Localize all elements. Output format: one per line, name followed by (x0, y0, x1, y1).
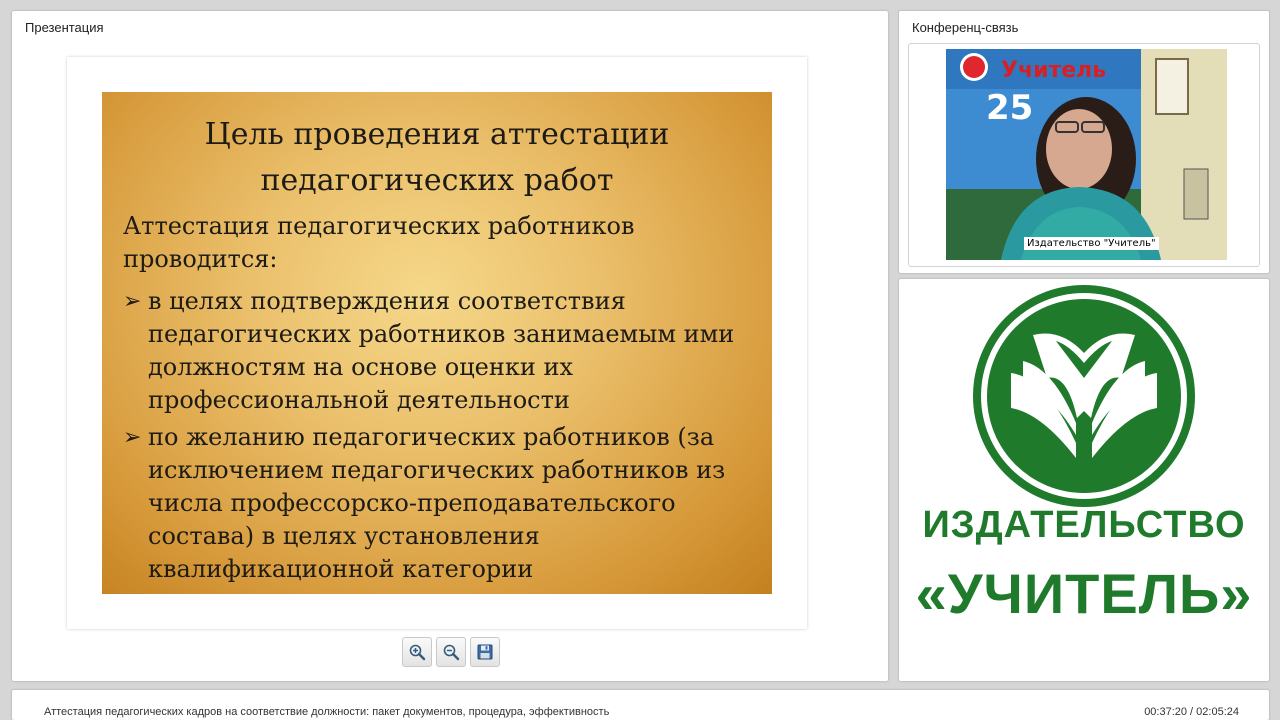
publisher-logo-panel: ИЗДАТЕЛЬСТВО «УЧИТЕЛЬ» (899, 279, 1269, 681)
presentation-panel-title: Презентация (25, 20, 104, 35)
zoom-out-icon (443, 644, 460, 661)
footer-bar: Аттестация педагогических кадров на соот… (12, 690, 1269, 720)
publisher-name-line-1: ИЗДАТЕЛЬСТВО (922, 504, 1246, 546)
slide-bullet: ➢ по желанию педагогических работников (… (123, 421, 748, 586)
zoom-in-button[interactable] (402, 637, 432, 667)
conference-panel: Конференц-связь Учитель 25 Издательство … (899, 11, 1269, 273)
conference-panel-title: Конференц-связь (912, 20, 1019, 35)
slide: Цель проведения аттестации педагогически… (102, 92, 772, 594)
save-button[interactable] (470, 637, 500, 667)
webcam-video[interactable]: Учитель 25 Издательство "Учитель" (946, 49, 1227, 260)
speaker-video-image: Учитель 25 (946, 49, 1227, 260)
video-caption: Издательство "Учитель" (1024, 237, 1159, 250)
arrow-bullet-icon: ➢ (123, 289, 142, 314)
banner-text: Учитель (1001, 58, 1106, 83)
save-icon (477, 644, 493, 660)
presentation-panel: Презентация Цель проведения аттестации п… (12, 11, 888, 681)
slide-intro: Аттестация педагогических работников про… (123, 212, 635, 273)
slide-title-line-2: педагогических работ (260, 163, 614, 198)
slide-bullet: ➢ в целях подтверждения соответствия пед… (123, 285, 748, 417)
publisher-name-line-2: «УЧИТЕЛЬ» (915, 562, 1253, 625)
banner-number: 25 (986, 88, 1033, 128)
slide-title: Цель проведения аттестации педагогически… (102, 112, 772, 204)
slide-bullet-text: по желанию педагогических работников (за… (148, 423, 726, 583)
slide-controls (402, 637, 500, 667)
publisher-logo-icon (973, 285, 1195, 507)
zoom-out-button[interactable] (436, 637, 466, 667)
arrow-bullet-icon: ➢ (123, 425, 142, 450)
zoom-in-icon (409, 644, 426, 661)
slide-bullet-text: в целях подтверждения соответствия педаг… (148, 287, 735, 414)
video-frame: Учитель 25 Издательство "Учитель" (908, 43, 1260, 267)
slide-frame: Цель проведения аттестации педагогически… (67, 57, 807, 629)
slide-title-line-1: Цель проведения аттестации (204, 117, 670, 152)
playback-time: 00:37:20 / 02:05:24 (1144, 706, 1239, 718)
webinar-title: Аттестация педагогических кадров на соот… (44, 706, 610, 718)
